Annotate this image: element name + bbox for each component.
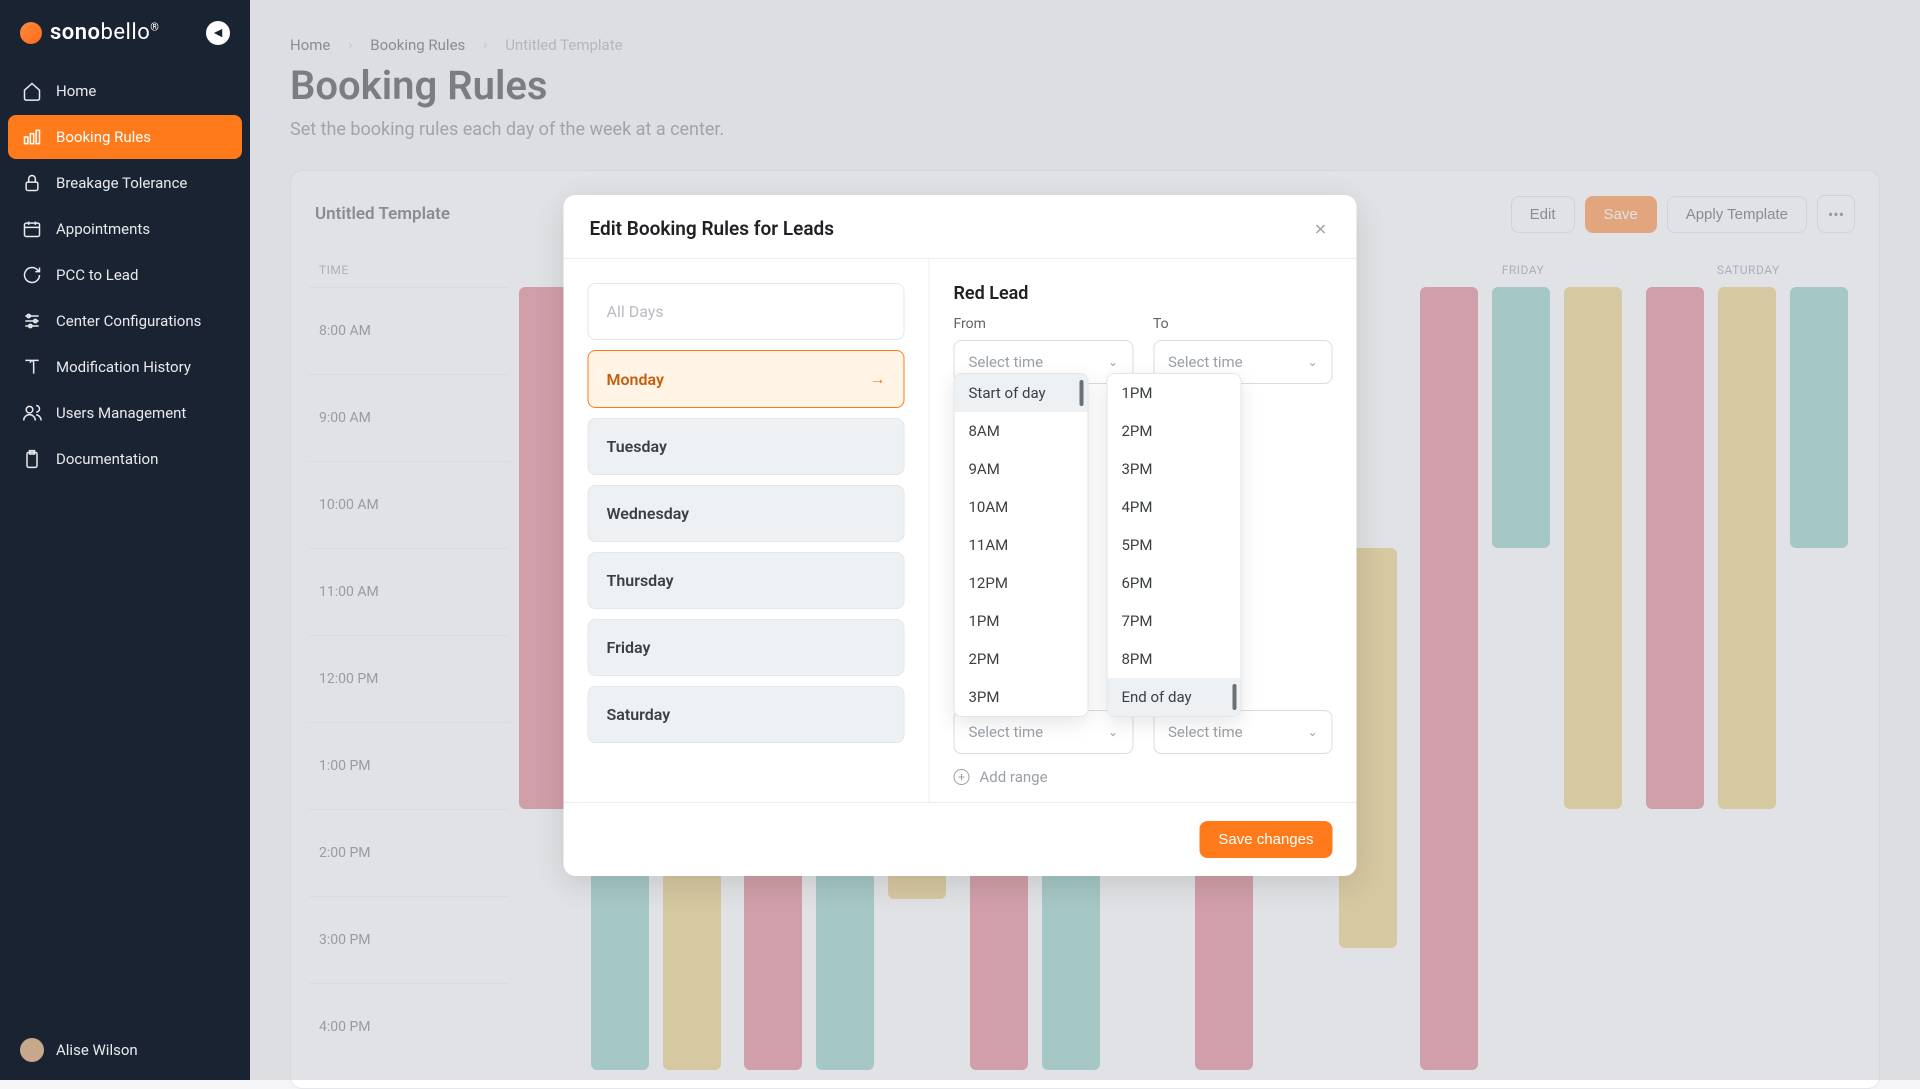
book-icon	[22, 357, 42, 377]
sidebar-item-documentation[interactable]: Documentation	[8, 437, 242, 481]
chevron-down-icon: ⌄	[1108, 725, 1118, 739]
dropdown-item[interactable]: 9AM	[955, 450, 1088, 488]
day-pills: All Days Monday → Tuesday Wednesday Thur…	[588, 283, 905, 743]
day-pill-saturday[interactable]: Saturday	[588, 686, 905, 743]
day-pill-friday[interactable]: Friday	[588, 619, 905, 676]
select-placeholder: Select time	[969, 353, 1044, 371]
dropdown-item[interactable]: 7PM	[1108, 602, 1241, 640]
select-placeholder: Select time	[969, 723, 1044, 741]
from-label: From	[954, 316, 1134, 332]
select-placeholder: Select time	[1168, 353, 1243, 371]
dropdown-item[interactable]: 1PM	[955, 602, 1088, 640]
dropdown-item[interactable]: 2PM	[1108, 412, 1241, 450]
arrow-right-icon: →	[870, 369, 886, 389]
day-pill-label: Thursday	[607, 571, 674, 590]
chevron-left-icon: ◄	[211, 24, 225, 41]
dropdown-item[interactable]: 10AM	[955, 488, 1088, 526]
scrollbar-thumb[interactable]	[1233, 684, 1237, 710]
modal-settings-column: Red Lead From Select time ⌄ To Select ti…	[930, 259, 1357, 802]
to-time-dropdown: 1PM 2PM 3PM 4PM 5PM 6PM 7PM 8PM End of d…	[1107, 373, 1242, 717]
day-pill-all-days[interactable]: All Days	[588, 283, 905, 340]
sidebar-footer[interactable]: Alise Wilson	[0, 1020, 250, 1080]
add-range-label: Add range	[980, 768, 1048, 786]
sidebar-item-label: Appointments	[56, 220, 150, 238]
sidebar: sonobello® ◄ Home Booking Rules Breakage…	[0, 0, 250, 1080]
nav: Home Booking Rules Breakage Tolerance Ap…	[0, 69, 250, 1020]
dropdown-item[interactable]: 2PM	[955, 640, 1088, 678]
lock-icon	[22, 173, 42, 193]
dropdown-item[interactable]: 6PM	[1108, 564, 1241, 602]
day-pill-tuesday[interactable]: Tuesday	[588, 418, 905, 475]
dropdown-item[interactable]: 3PM	[1108, 450, 1241, 488]
sidebar-item-label: PCC to Lead	[56, 266, 138, 284]
dropdown-item[interactable]: 5PM	[1108, 526, 1241, 564]
day-pill-label: Saturday	[607, 705, 671, 724]
select-placeholder: Select time	[1168, 723, 1243, 741]
sidebar-item-label: Modification History	[56, 358, 191, 376]
collapse-sidebar-button[interactable]: ◄	[206, 21, 230, 45]
sliders-icon	[22, 311, 42, 331]
day-pill-label: Monday	[607, 370, 664, 389]
day-pill-label: Wednesday	[607, 504, 690, 523]
save-changes-button[interactable]: Save changes	[1199, 821, 1332, 858]
chart-icon	[22, 127, 42, 147]
edit-booking-rules-modal: Edit Booking Rules for Leads All Days Mo…	[564, 195, 1357, 876]
chevron-down-icon: ⌄	[1108, 355, 1118, 369]
to-label: To	[1153, 316, 1333, 332]
dropdown-item[interactable]: End of day	[1108, 678, 1241, 716]
modal-body: All Days Monday → Tuesday Wednesday Thur…	[564, 259, 1357, 802]
calendar-icon	[22, 219, 42, 239]
modal-title: Edit Booking Rules for Leads	[590, 217, 835, 240]
sidebar-item-breakage-tolerance[interactable]: Breakage Tolerance	[8, 161, 242, 205]
sidebar-item-label: Booking Rules	[56, 128, 151, 146]
day-pill-thursday[interactable]: Thursday	[588, 552, 905, 609]
clipboard-icon	[22, 449, 42, 469]
add-range-button[interactable]: + Add range	[954, 768, 1333, 786]
chevron-down-icon: ⌄	[1307, 725, 1317, 739]
sidebar-item-booking-rules[interactable]: Booking Rules	[8, 115, 242, 159]
dropdown-item[interactable]: 4PM	[1108, 488, 1241, 526]
logo-icon	[20, 22, 42, 44]
dropdown-item[interactable]: 8PM	[1108, 640, 1241, 678]
users-icon	[22, 403, 42, 423]
day-pill-label: Tuesday	[607, 437, 667, 456]
sidebar-item-modification-history[interactable]: Modification History	[8, 345, 242, 389]
logo-text: sonobello®	[50, 20, 159, 45]
scrollbar-thumb[interactable]	[1080, 380, 1084, 406]
user-name: Alise Wilson	[56, 1041, 138, 1059]
refresh-icon	[22, 265, 42, 285]
day-pill-wednesday[interactable]: Wednesday	[588, 485, 905, 542]
sidebar-header: sonobello® ◄	[0, 0, 250, 69]
avatar	[20, 1038, 44, 1062]
sidebar-item-appointments[interactable]: Appointments	[8, 207, 242, 251]
sidebar-item-label: Users Management	[56, 404, 186, 422]
dropdown-item[interactable]: Start of day	[955, 374, 1088, 412]
lead-title: Red Lead	[954, 283, 1333, 304]
plus-icon: +	[954, 769, 970, 785]
sidebar-item-home[interactable]: Home	[8, 69, 242, 113]
day-pill-label: Friday	[607, 638, 651, 657]
sidebar-item-center-configurations[interactable]: Center Configurations	[8, 299, 242, 343]
day-pill-monday[interactable]: Monday →	[588, 350, 905, 408]
sidebar-item-label: Center Configurations	[56, 312, 201, 330]
chevron-down-icon: ⌄	[1307, 355, 1317, 369]
sidebar-item-label: Breakage Tolerance	[56, 174, 187, 192]
dropdown-item[interactable]: 12PM	[955, 564, 1088, 602]
modal-days-column: All Days Monday → Tuesday Wednesday Thur…	[564, 259, 930, 802]
home-icon	[22, 81, 42, 101]
sidebar-item-users-management[interactable]: Users Management	[8, 391, 242, 435]
from-time-dropdown: Start of day 8AM 9AM 10AM 11AM 12PM 1PM …	[954, 373, 1089, 717]
dropdown-item[interactable]: 3PM	[955, 678, 1088, 716]
sidebar-item-pcc-to-lead[interactable]: PCC to Lead	[8, 253, 242, 297]
close-modal-button[interactable]	[1311, 219, 1331, 239]
modal-footer: Save changes	[564, 802, 1357, 876]
sidebar-item-label: Documentation	[56, 450, 158, 468]
day-pill-label: All Days	[607, 302, 664, 321]
dropdown-item[interactable]: 11AM	[955, 526, 1088, 564]
sidebar-item-label: Home	[56, 82, 96, 100]
dropdown-item[interactable]: 1PM	[1108, 374, 1241, 412]
logo[interactable]: sonobello®	[20, 20, 159, 45]
dropdown-item[interactable]: 8AM	[955, 412, 1088, 450]
modal-header: Edit Booking Rules for Leads	[564, 195, 1357, 258]
